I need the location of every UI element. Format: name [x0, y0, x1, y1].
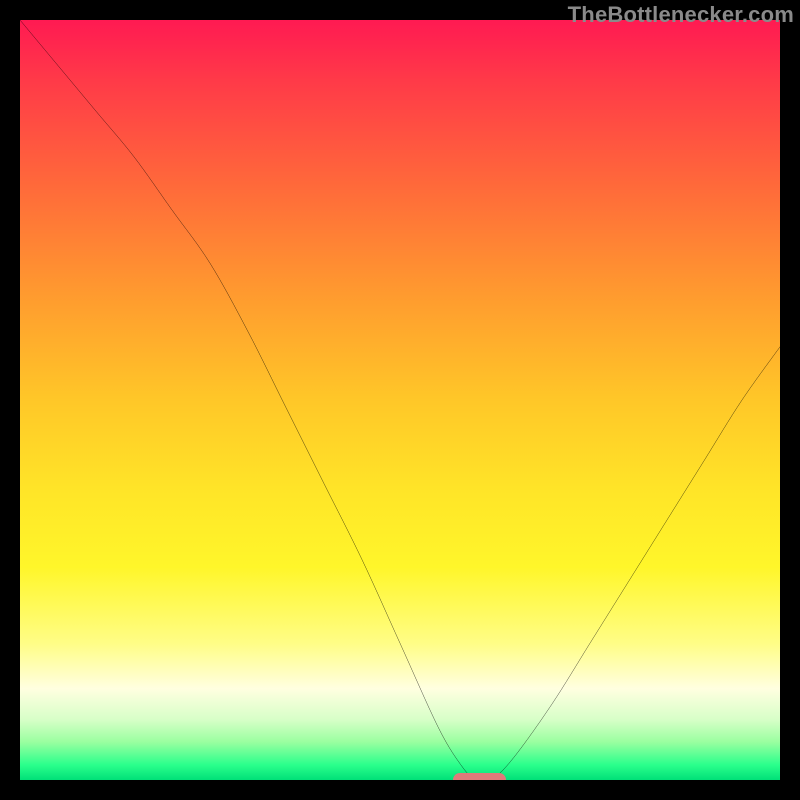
attribution-text: TheBottlenecker.com	[568, 2, 794, 28]
bottleneck-curve	[20, 20, 780, 780]
chart-frame: TheBottlenecker.com	[0, 0, 800, 800]
plot-area	[20, 20, 780, 780]
optimum-marker	[453, 773, 506, 780]
